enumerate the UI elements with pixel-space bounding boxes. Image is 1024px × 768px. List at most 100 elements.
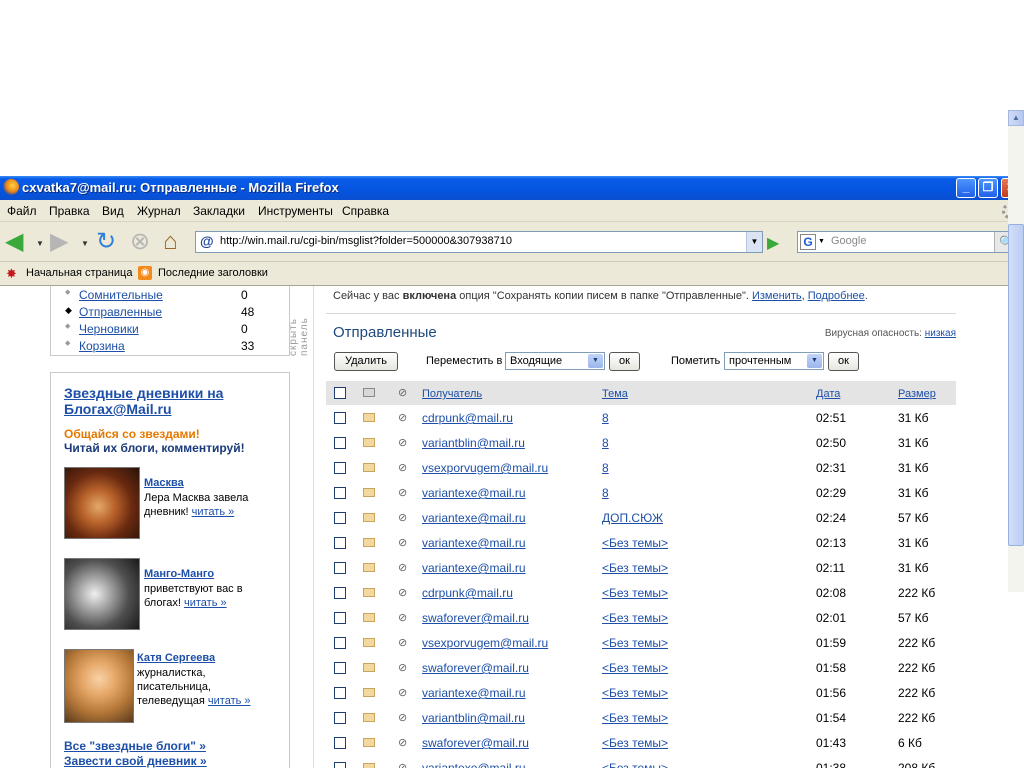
- menu-edit[interactable]: Правка: [49, 204, 90, 218]
- message-row[interactable]: ⊘ variantexe@mail.ru <Без темы> 02:13 31 Кб: [326, 531, 956, 556]
- folder-drafts[interactable]: Черновики: [79, 322, 139, 336]
- folder-trash[interactable]: Корзина: [79, 339, 125, 353]
- attachment-icon[interactable]: ⊘: [398, 386, 407, 399]
- subject-link[interactable]: <Без темы>: [602, 611, 668, 625]
- recipient-link[interactable]: variantexe@mail.ru: [422, 536, 526, 550]
- message-row[interactable]: ⊘ variantexe@mail.ru ДОП.СЮЖ 02:24 57 Кб: [326, 506, 956, 531]
- menu-history[interactable]: Журнал: [137, 204, 181, 218]
- message-row[interactable]: ⊘ variantexe@mail.ru <Без темы> 01:56 222 Кб: [326, 681, 956, 706]
- folder-sent[interactable]: Отправленные: [79, 305, 162, 319]
- subject-link[interactable]: 8: [602, 411, 609, 425]
- message-checkbox[interactable]: [334, 712, 346, 724]
- message-row[interactable]: ⊘ swaforever@mail.ru <Без темы> 02:01 57 Кб: [326, 606, 956, 631]
- menu-help[interactable]: Справка: [342, 204, 389, 218]
- message-checkbox[interactable]: [334, 587, 346, 599]
- google-engine-icon[interactable]: G: [800, 234, 816, 250]
- recipient-link[interactable]: swaforever@mail.ru: [422, 736, 529, 750]
- vertical-scrollbar[interactable]: ▲: [1008, 110, 1024, 592]
- subject-link[interactable]: <Без темы>: [602, 536, 668, 550]
- message-row[interactable]: ⊘ vsexporvugem@mail.ru 8 02:31 31 Кб: [326, 456, 956, 481]
- recipient-link[interactable]: variantexe@mail.ru: [422, 561, 526, 575]
- all-star-blogs-link[interactable]: Все "звездные блоги" »: [64, 739, 206, 753]
- blog-photo-maskva[interactable]: [64, 467, 140, 539]
- message-checkbox[interactable]: [334, 512, 346, 524]
- delete-button[interactable]: Удалить: [334, 352, 398, 371]
- blog-photo-mango[interactable]: [64, 558, 140, 630]
- subject-link[interactable]: <Без темы>: [602, 636, 668, 650]
- recipient-link[interactable]: vsexporvugem@mail.ru: [422, 636, 548, 650]
- blog-name-mango[interactable]: Манго-Манго: [144, 568, 214, 580]
- recipient-link[interactable]: variantexe@mail.ru: [422, 761, 526, 768]
- message-row[interactable]: ⊘ variantblin@mail.ru <Без темы> 01:54 222 К…: [326, 706, 956, 731]
- scroll-up-icon[interactable]: ▲: [1008, 110, 1024, 126]
- blog-name-maskva[interactable]: Масква: [144, 477, 184, 489]
- move-folder-select[interactable]: Входящие ▼: [505, 352, 605, 370]
- search-input[interactable]: Google: [831, 235, 866, 247]
- message-row[interactable]: ⊘ cdrpunk@mail.ru <Без темы> 02:08 222 Кб: [326, 581, 956, 606]
- menu-bookmarks[interactable]: Закладки: [193, 204, 245, 218]
- recipient-link[interactable]: vsexporvugem@mail.ru: [422, 461, 548, 475]
- recipient-link[interactable]: variantexe@mail.ru: [422, 486, 526, 500]
- message-checkbox[interactable]: [334, 487, 346, 499]
- mark-ok-button[interactable]: ок: [828, 352, 859, 371]
- recipient-link[interactable]: swaforever@mail.ru: [422, 611, 529, 625]
- reload-icon[interactable]: ↻: [96, 230, 116, 254]
- back-dropdown-icon[interactable]: ▼: [36, 239, 44, 248]
- recipient-link[interactable]: variantexe@mail.ru: [422, 511, 526, 525]
- forward-dropdown-icon[interactable]: ▼: [81, 239, 89, 248]
- forward-arrow-icon[interactable]: ▶: [50, 230, 68, 254]
- star-blogs-title[interactable]: Звездные дневники на Блогах@Mail.ru: [64, 385, 274, 417]
- mark-select[interactable]: прочтенным ▼: [724, 352, 824, 370]
- message-row[interactable]: ⊘ variantblin@mail.ru 8 02:50 31 Кб: [326, 431, 956, 456]
- envelope-icon[interactable]: [363, 388, 375, 397]
- message-row[interactable]: ⊘ variantexe@mail.ru <Без темы> 02:11 31 Кб: [326, 556, 956, 581]
- scroll-thumb[interactable]: [1008, 224, 1024, 546]
- message-checkbox[interactable]: [334, 612, 346, 624]
- menu-view[interactable]: Вид: [102, 204, 124, 218]
- subject-link[interactable]: <Без темы>: [602, 686, 668, 700]
- create-blog-link[interactable]: Завести свой дневник »: [64, 754, 207, 768]
- recipient-link[interactable]: variantblin@mail.ru: [422, 711, 525, 725]
- message-checkbox[interactable]: [334, 737, 346, 749]
- subject-link[interactable]: <Без темы>: [602, 761, 668, 768]
- message-checkbox[interactable]: [334, 537, 346, 549]
- recipient-link[interactable]: cdrpunk@mail.ru: [422, 586, 513, 600]
- sort-subject[interactable]: Тема: [602, 388, 628, 400]
- message-checkbox[interactable]: [334, 687, 346, 699]
- message-row[interactable]: ⊘ swaforever@mail.ru <Без темы> 01:43 6 Кб: [326, 731, 956, 756]
- message-checkbox[interactable]: [334, 562, 346, 574]
- hide-panel-toggle[interactable]: скрыть панель: [288, 286, 310, 356]
- message-row[interactable]: ⊘ cdrpunk@mail.ru 8 02:51 31 Кб: [326, 406, 956, 431]
- message-row[interactable]: ⊘ variantexe@mail.ru <Без темы> 01:38 208 Кб: [326, 756, 956, 768]
- subject-link[interactable]: 8: [602, 486, 609, 500]
- go-icon[interactable]: ▶: [767, 233, 779, 253]
- bookmark-start-page[interactable]: Начальная страница: [26, 267, 132, 279]
- subject-link[interactable]: <Без темы>: [602, 586, 668, 600]
- folder-spam[interactable]: Сомнительные: [79, 288, 163, 302]
- blog-photo-katya[interactable]: [64, 649, 134, 723]
- message-checkbox[interactable]: [334, 637, 346, 649]
- sort-date[interactable]: Дата: [816, 388, 840, 400]
- blog-name-katya[interactable]: Катя Сергеева: [137, 652, 215, 664]
- url-text[interactable]: http://win.mail.ru/cgi-bin/msglist?folde…: [220, 235, 512, 247]
- menu-tools[interactable]: Инструменты: [258, 204, 333, 218]
- subject-link[interactable]: ДОП.СЮЖ: [602, 511, 663, 525]
- home-icon[interactable]: ⌂: [163, 230, 178, 254]
- select-all-checkbox[interactable]: [334, 387, 346, 399]
- search-bar[interactable]: G ▼ Google 🔍: [797, 231, 1019, 253]
- read-link[interactable]: читать »: [208, 695, 251, 707]
- back-arrow-icon[interactable]: ◀: [5, 230, 23, 254]
- message-checkbox[interactable]: [334, 762, 346, 768]
- message-row[interactable]: ⊘ swaforever@mail.ru <Без темы> 01:58 222 Кб: [326, 656, 956, 681]
- message-row[interactable]: ⊘ vsexporvugem@mail.ru <Без темы> 01:59 222 …: [326, 631, 956, 656]
- message-checkbox[interactable]: [334, 462, 346, 474]
- menu-file[interactable]: Файл: [7, 204, 37, 218]
- recipient-link[interactable]: swaforever@mail.ru: [422, 661, 529, 675]
- recipient-link[interactable]: variantexe@mail.ru: [422, 686, 526, 700]
- read-link[interactable]: читать »: [184, 597, 227, 609]
- stop-icon[interactable]: ⊗: [130, 230, 150, 254]
- recipient-link[interactable]: cdrpunk@mail.ru: [422, 411, 513, 425]
- more-link[interactable]: Подробнее: [808, 290, 865, 302]
- message-checkbox[interactable]: [334, 662, 346, 674]
- subject-link[interactable]: <Без темы>: [602, 711, 668, 725]
